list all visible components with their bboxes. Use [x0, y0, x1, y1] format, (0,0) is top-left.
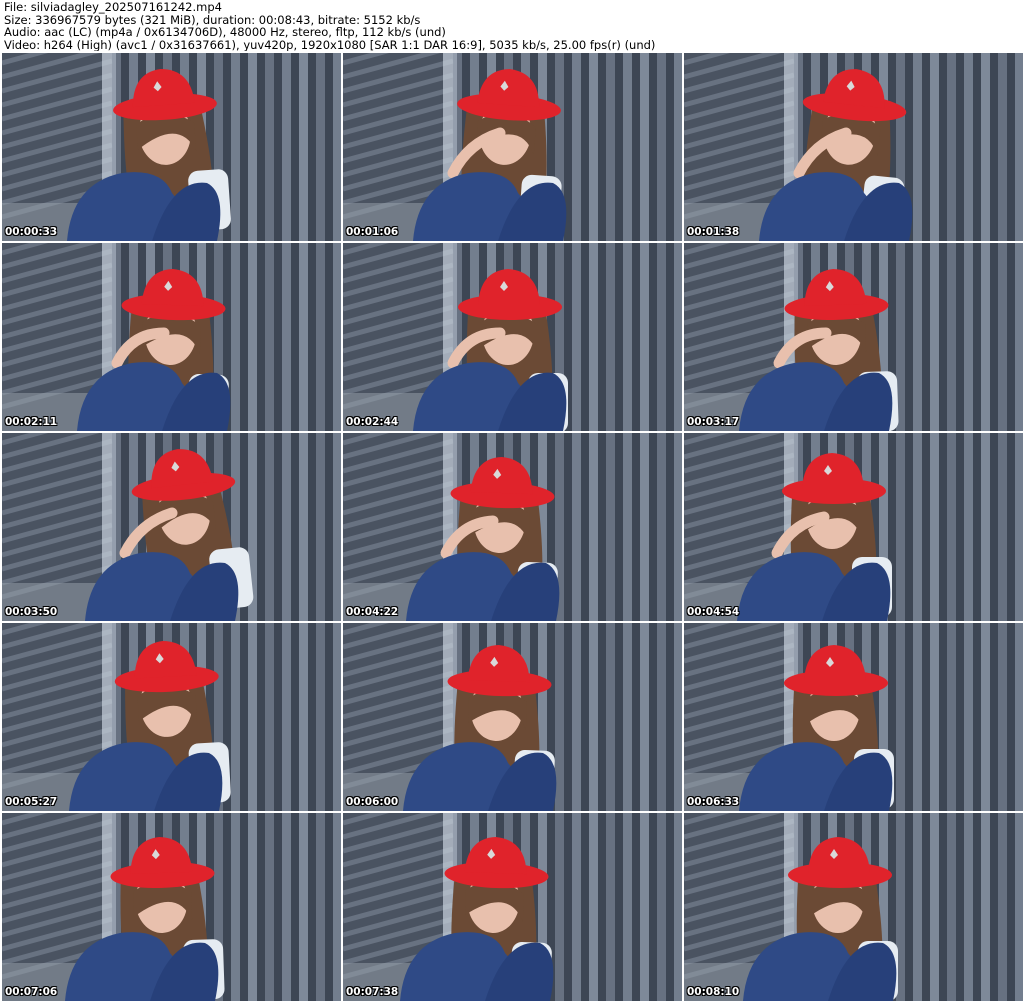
thumbnail-timestamp: 00:07:38 — [346, 986, 399, 998]
audio-info-line: Audio: aac (LC) (mp4a / 0x6134706D), 480… — [4, 25, 446, 39]
thumbnail-frame: 00:06:00 — [343, 623, 682, 811]
thumbnail-frame: 00:03:50 — [2, 433, 341, 621]
thumbnail-timestamp: 00:05:27 — [5, 796, 58, 808]
video-frame-image — [684, 813, 1023, 1001]
thumbnail-timestamp: 00:07:06 — [5, 986, 58, 998]
thumbnail-frame: 00:02:11 — [2, 243, 341, 431]
thumbnail-timestamp: 00:01:06 — [346, 226, 399, 238]
thumbnail-frame: 00:00:33 — [2, 53, 341, 241]
thumbnail-frame: 00:08:10 — [684, 813, 1023, 1001]
thumbnail-frame: 00:04:22 — [343, 433, 682, 621]
thumbnail-frame: 00:01:06 — [343, 53, 682, 241]
thumbnail-timestamp: 00:06:33 — [687, 796, 740, 808]
thumbnail-frame: 00:04:54 — [684, 433, 1023, 621]
video-frame-image — [684, 623, 1023, 811]
file-name-line: File: silviadagley_202507161242.mp4 — [4, 1, 222, 14]
thumbnail-frame: 00:01:38 — [684, 53, 1023, 241]
video-frame-image — [343, 53, 682, 241]
thumbnail-frame: 00:02:44 — [343, 243, 682, 431]
thumbnail-timestamp: 00:02:44 — [346, 416, 399, 428]
thumbnail-timestamp: 00:06:00 — [346, 796, 399, 808]
thumbnail-timestamp: 00:01:38 — [687, 226, 740, 238]
video-frame-image — [684, 433, 1023, 621]
thumbnail-timestamp: 00:03:17 — [687, 416, 740, 428]
video-info-line: Video: h264 (High) (avc1 / 0x31637661), … — [4, 37, 656, 51]
thumbnail-timestamp: 00:04:22 — [346, 606, 399, 618]
video-frame-image — [343, 243, 682, 431]
thumbnail-frame: 00:07:38 — [343, 813, 682, 1001]
thumbnail-timestamp: 00:04:54 — [687, 606, 740, 618]
video-frame-image — [2, 433, 341, 621]
video-frame-image — [343, 433, 682, 621]
thumbnail-frame: 00:03:17 — [684, 243, 1023, 431]
thumbnail-timestamp: 00:08:10 — [687, 986, 740, 998]
video-frame-image — [2, 623, 341, 811]
thumbnail-frame: 00:07:06 — [2, 813, 341, 1001]
thumbnail-frame: 00:05:27 — [2, 623, 341, 811]
thumbnail-timestamp: 00:00:33 — [5, 226, 58, 238]
file-info-header: File: silviadagley_202507161242.mp4 Size… — [4, 1, 1020, 51]
video-frame-image — [684, 53, 1023, 241]
thumbnail-timestamp: 00:02:11 — [5, 416, 58, 428]
video-frame-image — [2, 813, 341, 1001]
video-frame-image — [2, 243, 341, 431]
video-frame-image — [343, 813, 682, 1001]
video-frame-image — [343, 623, 682, 811]
video-frame-image — [2, 53, 341, 241]
video-frame-image — [684, 243, 1023, 431]
thumbnail-frame: 00:06:33 — [684, 623, 1023, 811]
thumbnail-timestamp: 00:03:50 — [5, 606, 58, 618]
thumbnail-grid: 00:00:33 00:01:06 00:01:38 00:02:11 00:0… — [2, 53, 1023, 1003]
